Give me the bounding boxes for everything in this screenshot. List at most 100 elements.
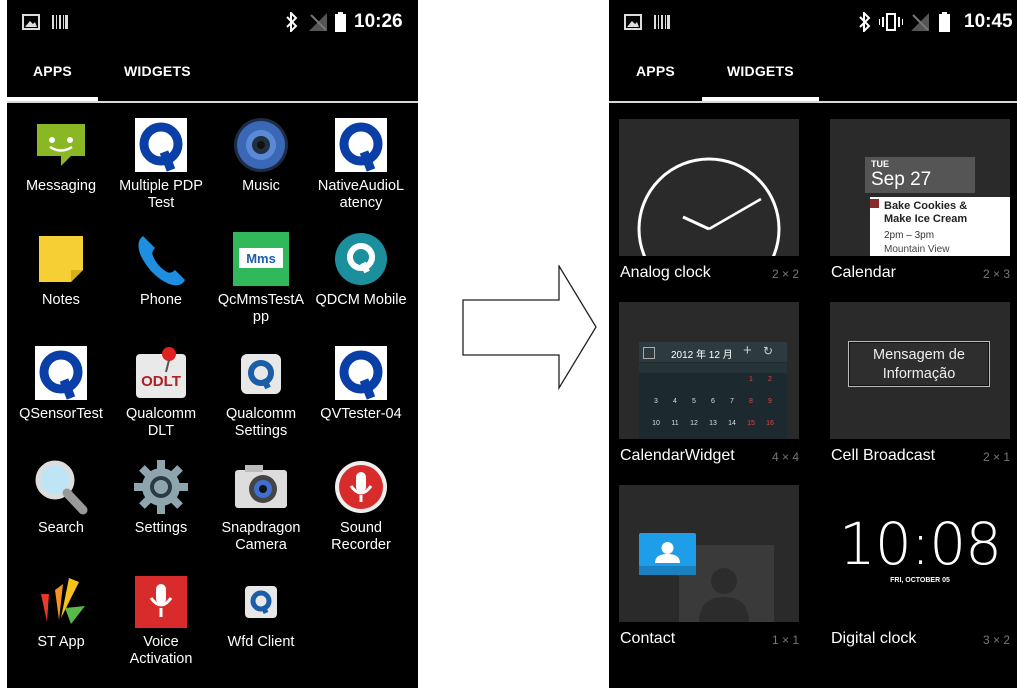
widget-preview: 10:08 FRI, OCTOBER 05 bbox=[830, 485, 1010, 622]
svg-text:Mms: Mms bbox=[246, 251, 276, 266]
bluetooth-icon bbox=[286, 12, 298, 32]
calendar-date: Sep 27 bbox=[871, 169, 932, 190]
widget-size: 2 × 1 bbox=[982, 450, 1010, 464]
app-soundrecorder[interactable]: Sound Recorder bbox=[311, 452, 411, 564]
music-speaker-icon bbox=[233, 116, 289, 174]
app-label: Sound Recorder bbox=[331, 520, 391, 553]
mini-calendar-header: 2012 年 12 月 + ↻ bbox=[639, 342, 787, 362]
app-label: QSensorTest bbox=[19, 406, 103, 422]
st-app-icon bbox=[33, 572, 89, 630]
app-label: QcMmsTestA pp bbox=[217, 292, 305, 325]
mini-calendar-day: 5 bbox=[692, 398, 696, 405]
weekday-bar bbox=[639, 363, 787, 373]
app-notes[interactable]: Notes bbox=[11, 224, 111, 336]
app-snapdragoncamera[interactable]: Snapdragon Camera bbox=[211, 452, 311, 564]
qualcomm-q-icon bbox=[133, 116, 189, 174]
app-label: Qualcomm Settings bbox=[225, 406, 297, 439]
vibrate-icon bbox=[879, 13, 903, 31]
status-time: 10:45 bbox=[964, 11, 1013, 32]
app-label: Search bbox=[38, 520, 84, 536]
tab-widgets[interactable]: WIDGETS bbox=[124, 63, 191, 79]
calendar-small-icon bbox=[643, 347, 655, 359]
no-signal-icon bbox=[911, 13, 929, 31]
widget-name: Calendar bbox=[831, 264, 896, 281]
app-qcmmstestapp[interactable]: Mms QcMmsTestA pp bbox=[211, 224, 311, 336]
status-time: 10:26 bbox=[354, 11, 403, 32]
calendar-day: TUE bbox=[871, 159, 889, 169]
app-settings[interactable]: Settings bbox=[111, 452, 211, 564]
mini-calendar-day: 6 bbox=[711, 398, 715, 405]
app-music[interactable]: Music bbox=[211, 110, 311, 222]
app-label: Phone bbox=[140, 292, 182, 308]
camera-icon bbox=[233, 458, 289, 516]
tab-divider bbox=[7, 101, 418, 103]
event-title-line1: Bake Cookies & bbox=[884, 200, 968, 212]
broadcast-line1: Mensagem de bbox=[873, 347, 965, 363]
calendar-date-header: TUE Sep 27 bbox=[865, 157, 975, 193]
event-title-line2: Make Ice Cream bbox=[884, 213, 968, 225]
messaging-icon bbox=[33, 116, 89, 174]
widget-name: Contact bbox=[620, 630, 676, 647]
tab-apps[interactable]: APPS bbox=[636, 63, 675, 79]
phone-icon bbox=[133, 230, 189, 288]
widget-preview bbox=[619, 485, 799, 622]
mini-calendar-day: 4 bbox=[673, 398, 677, 405]
mini-calendar-day: 16 bbox=[766, 420, 774, 427]
app-voiceactivation[interactable]: Voice Activation bbox=[111, 566, 211, 678]
widget-preview: Mensagem de Informação bbox=[830, 302, 1010, 439]
app-qdcm-mobile[interactable]: QDCM Mobile bbox=[311, 224, 411, 336]
mini-calendar-day: 14 bbox=[728, 420, 736, 427]
app-qvtester-04[interactable]: QVTester-04 bbox=[311, 338, 411, 450]
settings-gear-icon bbox=[133, 458, 189, 516]
event-place: Mountain View bbox=[884, 244, 950, 255]
contact-badge-icon bbox=[639, 533, 696, 575]
app-label: Multiple PDP Test bbox=[119, 178, 203, 211]
mini-calendar: 2012 年 12 月 + ↻ 1 2 3 4 5 6 7 8 9 10 11 12 13 14 15 16 bbox=[639, 342, 787, 439]
app-messaging[interactable]: Messaging bbox=[11, 110, 111, 222]
widget-preview bbox=[619, 119, 799, 256]
mini-calendar-day: 12 bbox=[690, 420, 698, 427]
mini-calendar-day: 9 bbox=[768, 398, 772, 405]
mms-icon: Mms bbox=[233, 230, 289, 288]
voice-activation-icon bbox=[133, 572, 189, 630]
mini-calendar-day: 2 bbox=[768, 376, 772, 383]
digital-clock-time: 10:08 bbox=[838, 510, 1002, 578]
app-st-app[interactable]: ST App bbox=[11, 566, 111, 678]
app-nativeaudiolatency[interactable]: NativeAudioL atency bbox=[311, 110, 411, 222]
qualcomm-q-icon bbox=[333, 344, 389, 402]
app-wfd-client[interactable]: Wfd Client bbox=[211, 566, 311, 678]
widget-name: Analog clock bbox=[620, 264, 711, 281]
status-bar: 10:45 bbox=[609, 0, 1017, 44]
tab-divider bbox=[609, 101, 1017, 103]
barcode-notification-icon bbox=[654, 15, 670, 29]
contact-person-icon bbox=[699, 568, 749, 622]
qdcm-icon bbox=[333, 230, 389, 288]
battery-icon bbox=[335, 12, 346, 32]
no-signal-icon bbox=[309, 13, 327, 31]
mini-calendar-day: 7 bbox=[730, 398, 734, 405]
app-qsensortest[interactable]: QSensorTest bbox=[11, 338, 111, 450]
app-phone[interactable]: Phone bbox=[111, 224, 211, 336]
app-search[interactable]: Search bbox=[11, 452, 111, 564]
app-qualcommsettings[interactable]: Qualcomm Settings bbox=[211, 338, 311, 450]
bluetooth-icon bbox=[859, 12, 871, 32]
app-label: QDCM Mobile bbox=[315, 292, 407, 308]
widget-size: 4 × 4 bbox=[771, 450, 799, 464]
image-notification-icon bbox=[22, 14, 40, 30]
sound-recorder-icon bbox=[333, 458, 389, 516]
widget-name: Cell Broadcast bbox=[831, 447, 936, 464]
widget-size: 3 × 2 bbox=[982, 633, 1010, 647]
image-notification-icon bbox=[624, 14, 642, 30]
app-qualcommdlt[interactable]: ODLT Qualcomm DLT bbox=[111, 338, 211, 450]
app-label: Wfd Client bbox=[227, 634, 295, 650]
widget-size: 2 × 2 bbox=[771, 267, 799, 281]
tab-widgets[interactable]: WIDGETS bbox=[727, 63, 794, 79]
battery-icon bbox=[939, 12, 950, 32]
left-phone-screen: 10:26 APPS WIDGETS Messaging Multiple PDP… bbox=[7, 0, 418, 688]
app-multiple-pdptest[interactable]: Multiple PDP Test bbox=[111, 110, 211, 222]
right-phone-screen: 10:45 APPS WIDGETS Analog clock 2 × 2 TU… bbox=[609, 0, 1017, 688]
digital-clock-date: FRI, OCTOBER 05 bbox=[890, 577, 950, 584]
tab-apps[interactable]: APPS bbox=[33, 63, 72, 79]
status-bar: 10:26 bbox=[7, 0, 418, 44]
widget-name: CalendarWidget bbox=[620, 447, 735, 464]
